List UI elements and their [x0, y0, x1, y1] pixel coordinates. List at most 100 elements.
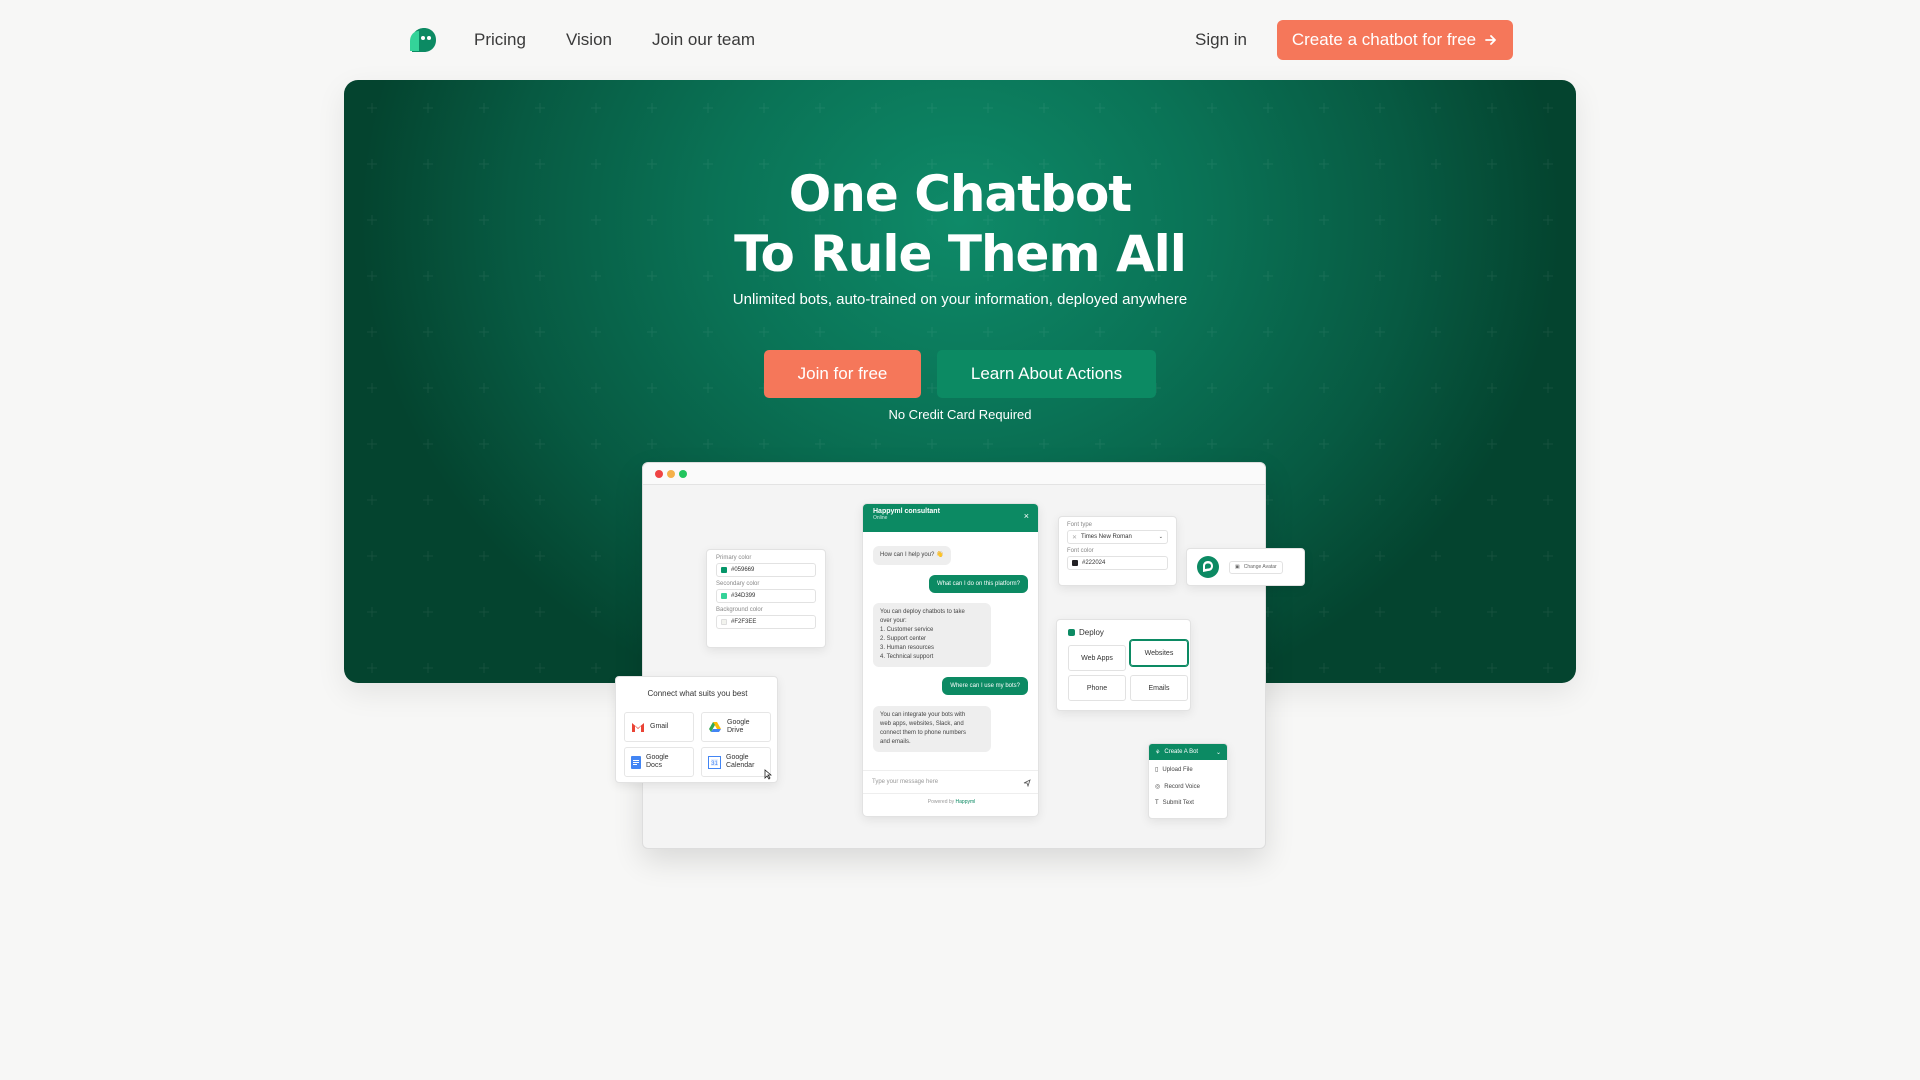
hero-subtitle: Unlimited bots, auto-trained on your inf…	[732, 291, 1188, 308]
chat-message-bot: You can deploy chatbots to take over you…	[873, 603, 991, 667]
join-free-button[interactable]: Join for free	[764, 350, 921, 398]
nav-link-join-team[interactable]: Join our team	[652, 30, 755, 50]
change-avatar-label: Change Avatar	[1243, 564, 1277, 570]
primary-swatch	[721, 567, 727, 573]
menu-record-voice[interactable]: ◎ Record Voice	[1155, 783, 1200, 791]
gmail-icon	[632, 722, 644, 732]
window-maximize-dot	[679, 470, 687, 478]
sign-in-link[interactable]: Sign in	[1195, 30, 1247, 50]
deploy-emails[interactable]: Emails	[1130, 675, 1188, 701]
primary-color-label: Primary color	[716, 555, 752, 561]
background-swatch	[721, 619, 727, 625]
connect-label: Google Docs	[646, 754, 669, 769]
deploy-icon	[1068, 629, 1075, 636]
image-icon: ▣	[1235, 564, 1240, 570]
no-credit-card-note: No Credit Card Required	[888, 407, 1032, 422]
font-type-label: Font type	[1067, 522, 1093, 528]
secondary-color-label: Secondary color	[716, 581, 760, 587]
chevron-down-icon: ⌄	[1158, 534, 1163, 540]
microphone-icon: ◎	[1155, 784, 1161, 790]
menu-label: Upload File	[1162, 766, 1193, 773]
chat-message-bot: How can I help you? 👋	[873, 546, 951, 565]
chat-message-user: Where can I use my bots?	[942, 677, 1028, 695]
chat-message-bot: You can integrate your bots with web app…	[873, 706, 991, 752]
avatar-icon	[1197, 556, 1219, 578]
arrow-right-icon	[1485, 35, 1497, 45]
msg-line: over your:	[880, 618, 907, 624]
hero-title: One Chatbot To Rule Them All	[344, 164, 1576, 284]
create-bot-menu: ⚘ Create A Bot ⌄ ▯ Upload File ◎ Record Vo…	[1148, 743, 1228, 819]
color-settings-card: Primary color #059669 Secondary color #3…	[706, 549, 826, 648]
background-color-value: #F2F3EE	[731, 619, 757, 625]
font-type-icon: ✕	[1072, 534, 1078, 541]
secondary-color-field[interactable]: #34D399	[716, 589, 816, 603]
connect-google-calendar[interactable]: 31 Google Calendar	[701, 747, 771, 777]
background-color-label: Background color	[716, 607, 763, 613]
connect-label: Google Calendar	[726, 754, 755, 769]
connect-card: Connect what suits you best Gmail Google…	[615, 676, 778, 783]
menu-submit-text[interactable]: T Submit Text	[1155, 800, 1194, 806]
font-color-field[interactable]: #222024	[1067, 556, 1168, 570]
window-minimize-dot	[667, 470, 675, 478]
google-drive-icon	[709, 722, 721, 732]
powered-by-brand: Happyml	[955, 799, 976, 805]
deploy-web-apps[interactable]: Web Apps	[1068, 645, 1126, 671]
deploy-websites[interactable]: Websites	[1130, 640, 1188, 666]
connect-label: Gmail	[650, 723, 669, 730]
msg-line: You can integrate your bots with	[880, 712, 966, 718]
font-color-label: Font color	[1067, 548, 1094, 554]
primary-color-value: #059669	[731, 567, 755, 573]
font-settings-card: Font type ✕ Times New Roman ⌄ Font color…	[1058, 516, 1177, 586]
learn-actions-button[interactable]: Learn About Actions	[937, 350, 1156, 398]
connect-google-docs[interactable]: Google Docs	[624, 747, 694, 777]
connect-label: Google Drive	[727, 719, 750, 734]
font-color-swatch	[1072, 560, 1078, 566]
chat-input[interactable]: Type your message here	[863, 770, 1038, 794]
nav-link-vision[interactable]: Vision	[566, 30, 612, 50]
chat-status: Online	[873, 515, 888, 521]
file-icon: ▯	[1155, 767, 1159, 773]
msg-line: 3. Human resources	[880, 645, 935, 651]
change-avatar-button[interactable]: ▣ Change Avatar	[1229, 560, 1283, 574]
bot-icon: ⚘	[1155, 749, 1161, 756]
hero-title-line1: One Chatbot	[788, 165, 1132, 223]
top-nav: Pricing Vision Join our team Sign in Cre…	[0, 0, 1920, 80]
msg-line: 1. Customer service	[880, 627, 934, 633]
nav-link-pricing[interactable]: Pricing	[474, 30, 526, 50]
connect-gmail[interactable]: Gmail	[624, 712, 694, 742]
font-type-value: Times New Roman	[1081, 534, 1132, 540]
create-bot-title: Create A Bot	[1164, 749, 1199, 755]
avatar-card: ▣ Change Avatar	[1186, 548, 1305, 586]
deploy-phone[interactable]: Phone	[1068, 675, 1126, 701]
text-icon: T	[1155, 800, 1159, 806]
close-icon[interactable]: ×	[1024, 511, 1029, 521]
happyml-logo-icon[interactable]	[408, 27, 438, 53]
svg-text:31: 31	[711, 761, 718, 767]
secondary-swatch	[721, 593, 727, 599]
create-bot-header[interactable]: ⚘ Create A Bot ⌄	[1149, 744, 1227, 760]
deploy-header: Deploy	[1068, 628, 1104, 637]
msg-line: connect them to phone numbers	[880, 730, 967, 736]
msg-line: 4. Technical support	[880, 654, 934, 660]
google-docs-icon	[631, 755, 641, 769]
background-color-field[interactable]: #F2F3EE	[716, 615, 816, 629]
hero-title-line2: To Rule Them All	[734, 225, 1187, 283]
chat-title: Happyml consultant	[873, 508, 940, 515]
chat-message-user: What can I do on this platform?	[928, 575, 1028, 593]
font-type-select[interactable]: ✕ Times New Roman ⌄	[1067, 530, 1168, 544]
msg-line: web apps, websites, Slack, and	[880, 721, 964, 727]
create-chatbot-label: Create a chatbot for free	[1291, 30, 1477, 49]
msg-line: and emails.	[880, 739, 911, 745]
menu-label: Record Voice	[1164, 783, 1200, 790]
send-icon[interactable]	[1023, 779, 1031, 787]
powered-by-label: Powered by	[927, 799, 955, 805]
menu-upload-file[interactable]: ▯ Upload File	[1155, 766, 1193, 774]
create-chatbot-button[interactable]: Create a chatbot for free	[1277, 20, 1513, 60]
deploy-card: Deploy Web Apps Websites Phone Emails	[1056, 619, 1191, 711]
chat-widget: Happyml consultant Online × How can I he…	[862, 503, 1039, 817]
primary-color-field[interactable]: #059669	[716, 563, 816, 577]
connect-title: Connect what suits you best	[647, 689, 748, 698]
chat-input-placeholder: Type your message here	[872, 779, 939, 785]
menu-label: Submit Text	[1162, 800, 1194, 806]
connect-google-drive[interactable]: Google Drive	[701, 712, 771, 742]
